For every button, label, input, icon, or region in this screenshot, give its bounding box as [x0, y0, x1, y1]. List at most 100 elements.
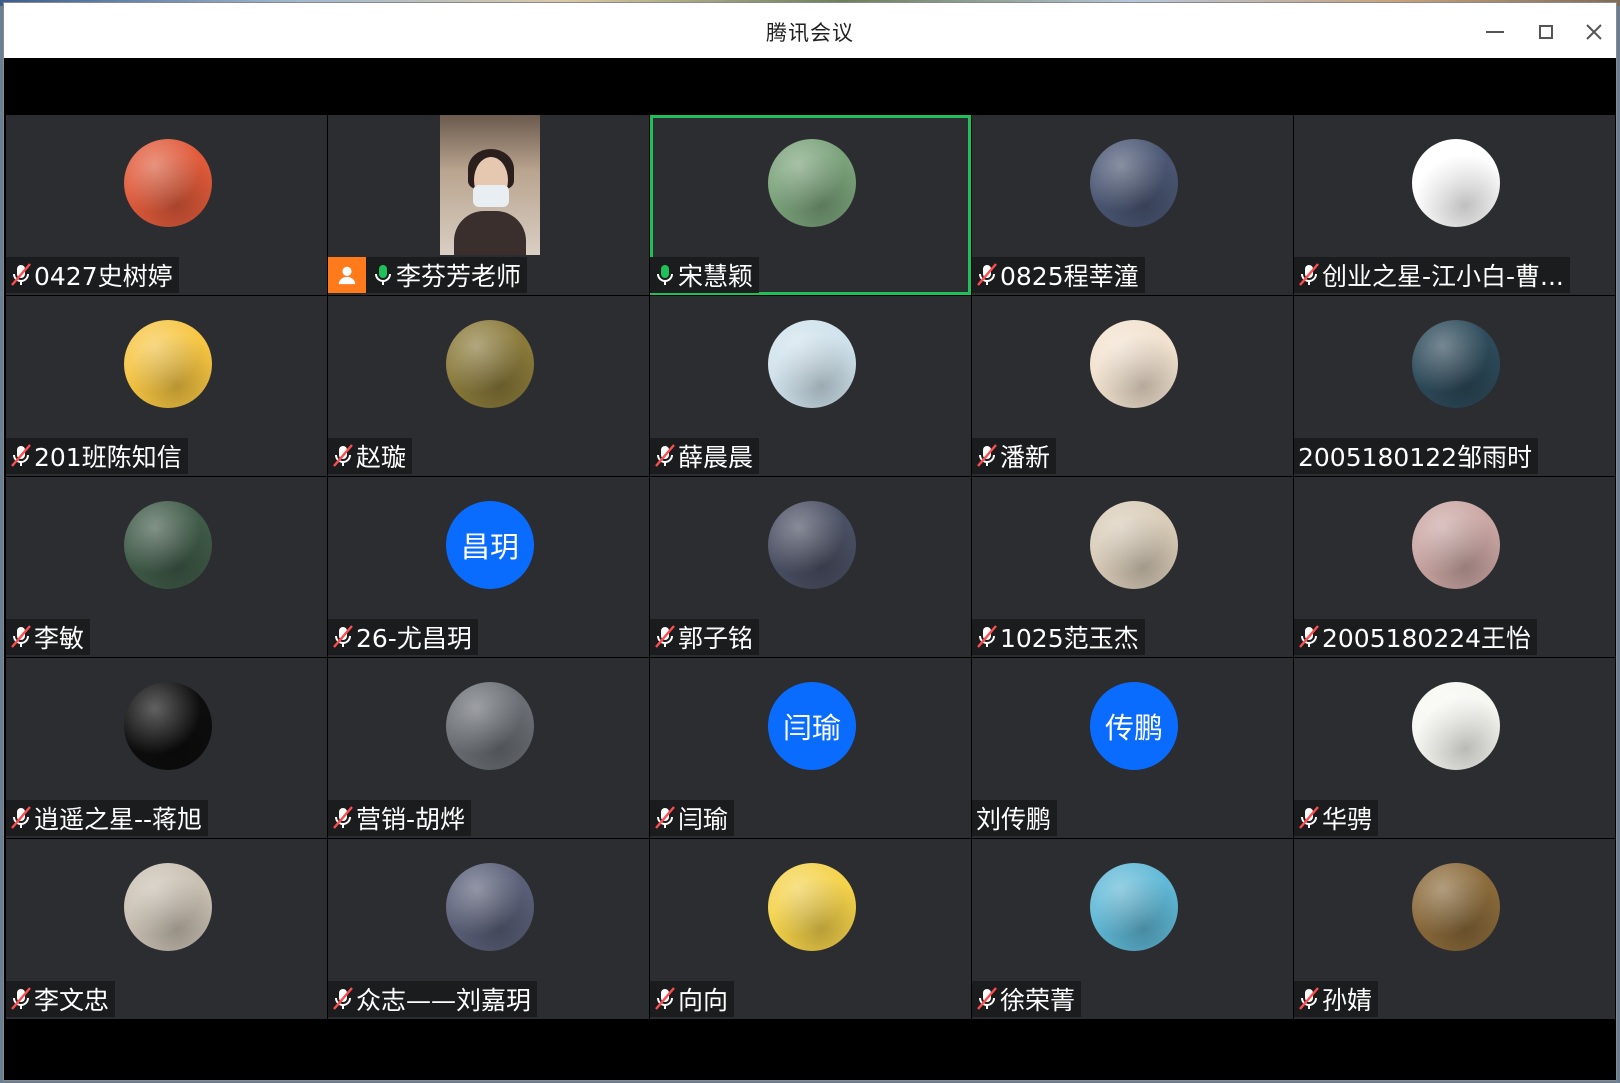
participant-name-bar: 逍遥之星--蒋旭 [6, 800, 209, 836]
participant-name-bar: 2005180224王怡 [1294, 619, 1538, 655]
bunny-avatar [1090, 863, 1178, 951]
initials-avatar: 昌玥 [446, 501, 534, 589]
participant-name-bar: 李敏 [6, 619, 91, 655]
participant-name: 赵璇 [356, 443, 407, 472]
participant-video [440, 115, 540, 255]
participant-tile[interactable]: 昌玥 26-尤昌玥 [328, 477, 649, 657]
mic-muted-icon [1298, 262, 1320, 288]
participant-name: 华骋 [1322, 805, 1373, 834]
nature-portrait-avatar [124, 501, 212, 589]
mic-muted-icon [1298, 986, 1320, 1012]
participant-name-bar: 赵璇 [328, 438, 413, 474]
seaside-portrait-avatar [1412, 320, 1500, 408]
participant-name: 逍遥之星--蒋旭 [34, 805, 203, 834]
portrait-avatar [1090, 139, 1178, 227]
participant-tile[interactable]: 李敏 [6, 477, 327, 657]
minimize-button[interactable] [1473, 12, 1517, 52]
participant-name-bar: 孙婧 [1294, 981, 1379, 1017]
cartoon-girl-avatar [768, 139, 856, 227]
participant-name-bar: 宋慧颖 [650, 257, 760, 293]
participant-name-bar: 薛晨晨 [650, 438, 760, 474]
participant-tile[interactable]: 徐荣菁 [972, 839, 1293, 1019]
participant-name: 向向 [678, 986, 729, 1015]
participant-name: 郭子铭 [678, 624, 754, 653]
participant-name: 闫瑜 [678, 805, 729, 834]
participant-tile[interactable]: 华骋 [1294, 658, 1615, 838]
participant-tile[interactable]: 潘新 [972, 296, 1293, 476]
participant-name-bar: 刘传鹏 [972, 800, 1058, 836]
participant-name: 孙婧 [1322, 986, 1373, 1015]
participant-tile[interactable]: 201班陈知信 [6, 296, 327, 476]
participant-tile[interactable]: 创业之星-江小白-曹... [1294, 115, 1615, 295]
mic-muted-icon [976, 443, 998, 469]
close-button[interactable] [1572, 12, 1616, 52]
mic-muted-icon [654, 624, 676, 650]
participant-tile[interactable]: 闫瑜 闫瑜 [650, 658, 971, 838]
anime-man-avatar [768, 501, 856, 589]
initials-avatar: 传鹏 [1090, 682, 1178, 770]
participant-tile[interactable]: 李文忠 [6, 839, 327, 1019]
anime-fox-avatar [124, 320, 212, 408]
sketch-avatar [1412, 682, 1500, 770]
participant-gallery: 0427史树婷 李芬芳老师 宋慧颖 0825程莘潼 创业之星-江小白-曹... 201班陈… [6, 115, 1616, 1020]
participant-name-bar: 201班陈知信 [6, 438, 188, 474]
participant-name-bar: 郭子铭 [650, 619, 760, 655]
cap-man-avatar [446, 682, 534, 770]
participant-tile[interactable]: 1025范玉杰 [972, 477, 1293, 657]
participant-tile[interactable]: 众志——刘嘉玥 [328, 839, 649, 1019]
mic-muted-icon [332, 624, 354, 650]
participant-name-bar: 闫瑜 [650, 800, 735, 836]
cartoon-boy-avatar [1412, 139, 1500, 227]
participant-name: 2005180122邹雨时 [1298, 443, 1533, 472]
mic-active-icon [372, 262, 394, 288]
participant-tile[interactable]: 李芬芳老师 [328, 115, 649, 295]
mic-muted-icon [332, 443, 354, 469]
participant-name-bar: 2005180122邹雨时 [1294, 438, 1539, 474]
mic-muted-icon [1298, 805, 1320, 831]
mic-muted-icon [10, 262, 32, 288]
participant-name: 刘传鹏 [976, 805, 1052, 834]
participant-tile[interactable]: 2005180122邹雨时 [1294, 296, 1615, 476]
participant-name-bar: 营销-胡烨 [328, 800, 472, 836]
host-badge-icon [328, 257, 366, 293]
participant-tile[interactable]: 营销-胡烨 [328, 658, 649, 838]
participant-name-bar: 0427史树婷 [6, 257, 179, 293]
mic-muted-icon [654, 805, 676, 831]
window-title: 腾讯会议 [766, 21, 854, 45]
umbrella-avatar [768, 320, 856, 408]
close-icon [1586, 24, 1602, 40]
participant-name: 众志——刘嘉玥 [356, 986, 532, 1015]
participant-tile[interactable]: 赵璇 [328, 296, 649, 476]
participant-tile[interactable]: 郭子铭 [650, 477, 971, 657]
participant-tile[interactable]: 宋慧颖 [650, 115, 971, 295]
mic-muted-icon [10, 443, 32, 469]
participant-name-bar: 徐荣菁 [972, 981, 1082, 1017]
participant-name: 201班陈知信 [34, 443, 182, 472]
mic-muted-icon [10, 805, 32, 831]
participant-tile[interactable]: 0427史树婷 [6, 115, 327, 295]
maximize-button[interactable] [1524, 12, 1568, 52]
participant-tile[interactable]: 传鹏刘传鹏 [972, 658, 1293, 838]
participant-name-bar: 26-尤昌玥 [328, 619, 478, 655]
participant-tile[interactable]: 逍遥之星--蒋旭 [6, 658, 327, 838]
participant-tile[interactable]: 薛晨晨 [650, 296, 971, 476]
mic-active-icon [654, 262, 676, 288]
participant-name-bar: 创业之星-江小白-曹... [1294, 257, 1570, 293]
meeting-window: 腾讯会议 0427史树婷 李芬芳老师 宋慧颖 0825程莘潼 创业之星-江小白-曹...… [3, 2, 1617, 1081]
participant-name-bar: 潘新 [972, 438, 1057, 474]
tiger-avatar [768, 863, 856, 951]
cartoon-hug-avatar [1090, 320, 1178, 408]
participant-tile[interactable]: 2005180224王怡 [1294, 477, 1615, 657]
participant-name: 潘新 [1000, 443, 1051, 472]
girl-portrait-avatar [1090, 501, 1178, 589]
participant-name: 0825程莘潼 [1000, 262, 1139, 291]
participant-name-bar: 0825程莘潼 [972, 257, 1145, 293]
participant-name: 0427史树婷 [34, 262, 173, 291]
mic-muted-icon [976, 262, 998, 288]
participant-tile[interactable]: 孙婧 [1294, 839, 1615, 1019]
participant-tile[interactable]: 0825程莘潼 [972, 115, 1293, 295]
mic-muted-icon [654, 443, 676, 469]
participant-name: 26-尤昌玥 [356, 624, 472, 653]
mic-muted-icon [654, 986, 676, 1012]
participant-tile[interactable]: 向向 [650, 839, 971, 1019]
